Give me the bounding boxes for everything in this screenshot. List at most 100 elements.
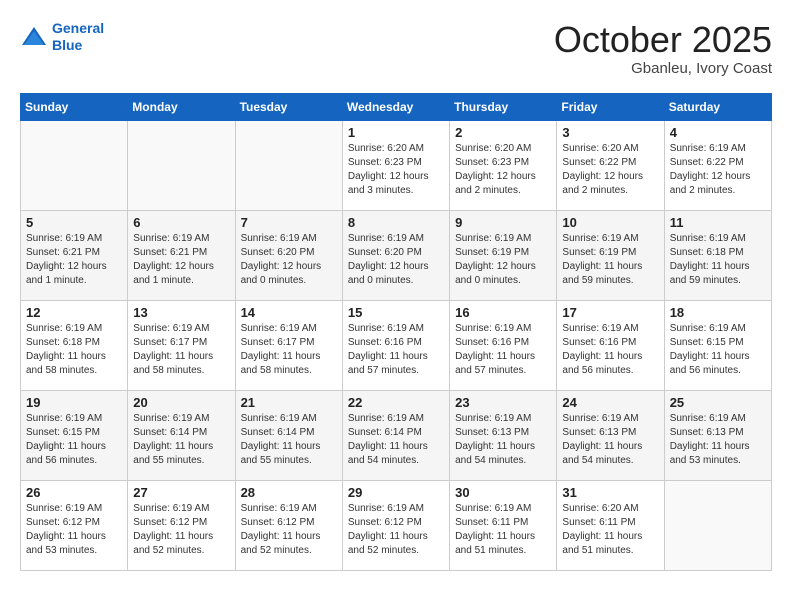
day-number: 24 (562, 395, 658, 410)
calendar-cell: 15Sunrise: 6:19 AM Sunset: 6:16 PM Dayli… (342, 300, 449, 390)
day-info: Sunrise: 6:19 AM Sunset: 6:15 PM Dayligh… (26, 412, 122, 468)
day-info: Sunrise: 6:19 AM Sunset: 6:22 PM Dayligh… (670, 142, 766, 198)
day-info: Sunrise: 6:19 AM Sunset: 6:14 PM Dayligh… (348, 412, 444, 468)
day-number: 1 (348, 125, 444, 140)
logo-line2: Blue (52, 37, 82, 53)
day-info: Sunrise: 6:19 AM Sunset: 6:19 PM Dayligh… (455, 232, 551, 288)
calendar-cell (128, 120, 235, 210)
title-block: October 2025 Gbanleu, Ivory Coast (554, 20, 772, 77)
day-info: Sunrise: 6:19 AM Sunset: 6:15 PM Dayligh… (670, 322, 766, 378)
calendar-table: SundayMondayTuesdayWednesdayThursdayFrid… (20, 93, 772, 571)
logo-text: General Blue (52, 20, 104, 54)
calendar-cell: 7 Sunrise: 6:19 AM Sunset: 6:20 PM Daylig… (235, 210, 342, 300)
day-number: 31 (562, 485, 658, 500)
day-info: Sunrise: 6:19 AM Sunset: 6:19 PM Dayligh… (562, 232, 658, 288)
day-number: 14 (241, 305, 337, 320)
day-info: Sunrise: 6:19 AM Sunset: 6:12 PM Dayligh… (133, 502, 229, 558)
day-info: Sunrise: 6:19 AM Sunset: 6:16 PM Dayligh… (455, 322, 551, 378)
calendar-cell: 30 Sunrise: 6:19 AM Sunset: 6:11 PM Dayli… (450, 480, 557, 570)
header-day-thursday: Thursday (450, 93, 557, 120)
calendar-cell: 9 Sunrise: 6:19 AM Sunset: 6:19 PM Daylig… (450, 210, 557, 300)
calendar-cell: 28Sunrise: 6:19 AM Sunset: 6:12 PM Dayli… (235, 480, 342, 570)
day-number: 27 (133, 485, 229, 500)
calendar-cell: 13 Sunrise: 6:19 AM Sunset: 6:17 PM Dayli… (128, 300, 235, 390)
header-day-wednesday: Wednesday (342, 93, 449, 120)
day-info: Sunrise: 6:19 AM Sunset: 6:13 PM Dayligh… (455, 412, 551, 468)
day-info: Sunrise: 6:19 AM Sunset: 6:18 PM Dayligh… (670, 232, 766, 288)
location: Gbanleu, Ivory Coast (554, 60, 772, 77)
calendar-cell: 10 Sunrise: 6:19 AM Sunset: 6:19 PM Dayli… (557, 210, 664, 300)
calendar-cell: 26Sunrise: 6:19 AM Sunset: 6:12 PM Dayli… (21, 480, 128, 570)
day-info: Sunrise: 6:19 AM Sunset: 6:21 PM Dayligh… (26, 232, 122, 288)
calendar-cell: 21Sunrise: 6:19 AM Sunset: 6:14 PM Dayli… (235, 390, 342, 480)
month-title: October 2025 (554, 20, 772, 60)
calendar-cell: 29 Sunrise: 6:19 AM Sunset: 6:12 PM Dayli… (342, 480, 449, 570)
day-info: Sunrise: 6:20 AM Sunset: 6:23 PM Dayligh… (455, 142, 551, 198)
day-number: 19 (26, 395, 122, 410)
calendar-cell: 14 Sunrise: 6:19 AM Sunset: 6:17 PM Dayli… (235, 300, 342, 390)
day-info: Sunrise: 6:19 AM Sunset: 6:17 PM Dayligh… (241, 322, 337, 378)
day-number: 10 (562, 215, 658, 230)
page-header: General Blue October 2025 Gbanleu, Ivory… (20, 20, 772, 77)
calendar-week-3: 19 Sunrise: 6:19 AM Sunset: 6:15 PM Dayli… (21, 390, 772, 480)
day-info: Sunrise: 6:19 AM Sunset: 6:16 PM Dayligh… (348, 322, 444, 378)
header-day-saturday: Saturday (664, 93, 771, 120)
calendar-cell: 6 Sunrise: 6:19 AM Sunset: 6:21 PM Daylig… (128, 210, 235, 300)
calendar-week-0: 1 Sunrise: 6:20 AM Sunset: 6:23 PM Daylig… (21, 120, 772, 210)
calendar-cell: 31Sunrise: 6:20 AM Sunset: 6:11 PM Dayli… (557, 480, 664, 570)
calendar-cell: 19 Sunrise: 6:19 AM Sunset: 6:15 PM Dayli… (21, 390, 128, 480)
day-number: 6 (133, 215, 229, 230)
day-number: 26 (26, 485, 122, 500)
day-number: 9 (455, 215, 551, 230)
day-number: 8 (348, 215, 444, 230)
calendar-cell: 2 Sunrise: 6:20 AM Sunset: 6:23 PM Daylig… (450, 120, 557, 210)
calendar-cell: 27 Sunrise: 6:19 AM Sunset: 6:12 PM Dayli… (128, 480, 235, 570)
day-number: 30 (455, 485, 551, 500)
calendar-week-4: 26 Sunrise: 6:19 AM Sunset: 6:12 PM Dayli… (21, 480, 772, 570)
day-info: Sunrise: 6:19 AM Sunset: 6:13 PM Dayligh… (670, 412, 766, 468)
calendar-cell: 18 Sunrise: 6:19 AM Sunset: 6:15 PM Dayli… (664, 300, 771, 390)
day-number: 20 (133, 395, 229, 410)
day-info: Sunrise: 6:19 AM Sunset: 6:11 PM Dayligh… (455, 502, 551, 558)
logo-icon (20, 25, 48, 49)
calendar-cell: 17Sunrise: 6:19 AM Sunset: 6:16 PM Dayli… (557, 300, 664, 390)
day-number: 3 (562, 125, 658, 140)
calendar-cell (21, 120, 128, 210)
day-info: Sunrise: 6:19 AM Sunset: 6:12 PM Dayligh… (348, 502, 444, 558)
calendar-cell: 8 Sunrise: 6:19 AM Sunset: 6:20 PM Daylig… (342, 210, 449, 300)
calendar-cell: 22Sunrise: 6:19 AM Sunset: 6:14 PM Dayli… (342, 390, 449, 480)
calendar-cell (235, 120, 342, 210)
day-number: 18 (670, 305, 766, 320)
calendar-cell: 5Sunrise: 6:19 AM Sunset: 6:21 PM Daylig… (21, 210, 128, 300)
calendar-cell: 24Sunrise: 6:19 AM Sunset: 6:13 PM Dayli… (557, 390, 664, 480)
day-info: Sunrise: 6:20 AM Sunset: 6:22 PM Dayligh… (562, 142, 658, 198)
logo: General Blue (20, 20, 104, 54)
day-number: 2 (455, 125, 551, 140)
day-number: 17 (562, 305, 658, 320)
calendar-week-1: 5Sunrise: 6:19 AM Sunset: 6:21 PM Daylig… (21, 210, 772, 300)
logo-line1: General (52, 20, 104, 36)
calendar-week-2: 12 Sunrise: 6:19 AM Sunset: 6:18 PM Dayli… (21, 300, 772, 390)
day-number: 13 (133, 305, 229, 320)
calendar-cell: 23Sunrise: 6:19 AM Sunset: 6:13 PM Dayli… (450, 390, 557, 480)
header-day-sunday: Sunday (21, 93, 128, 120)
header-day-monday: Monday (128, 93, 235, 120)
day-info: Sunrise: 6:19 AM Sunset: 6:17 PM Dayligh… (133, 322, 229, 378)
header-day-tuesday: Tuesday (235, 93, 342, 120)
day-number: 7 (241, 215, 337, 230)
day-info: Sunrise: 6:19 AM Sunset: 6:12 PM Dayligh… (241, 502, 337, 558)
day-number: 12 (26, 305, 122, 320)
calendar-cell: 4 Sunrise: 6:19 AM Sunset: 6:22 PM Daylig… (664, 120, 771, 210)
day-info: Sunrise: 6:19 AM Sunset: 6:20 PM Dayligh… (348, 232, 444, 288)
day-number: 4 (670, 125, 766, 140)
day-info: Sunrise: 6:19 AM Sunset: 6:21 PM Dayligh… (133, 232, 229, 288)
day-number: 11 (670, 215, 766, 230)
day-info: Sunrise: 6:19 AM Sunset: 6:20 PM Dayligh… (241, 232, 337, 288)
day-number: 25 (670, 395, 766, 410)
calendar-cell (664, 480, 771, 570)
day-info: Sunrise: 6:19 AM Sunset: 6:14 PM Dayligh… (133, 412, 229, 468)
calendar-cell: 20 Sunrise: 6:19 AM Sunset: 6:14 PM Dayli… (128, 390, 235, 480)
day-info: Sunrise: 6:19 AM Sunset: 6:18 PM Dayligh… (26, 322, 122, 378)
calendar-header: SundayMondayTuesdayWednesdayThursdayFrid… (21, 93, 772, 120)
day-number: 29 (348, 485, 444, 500)
